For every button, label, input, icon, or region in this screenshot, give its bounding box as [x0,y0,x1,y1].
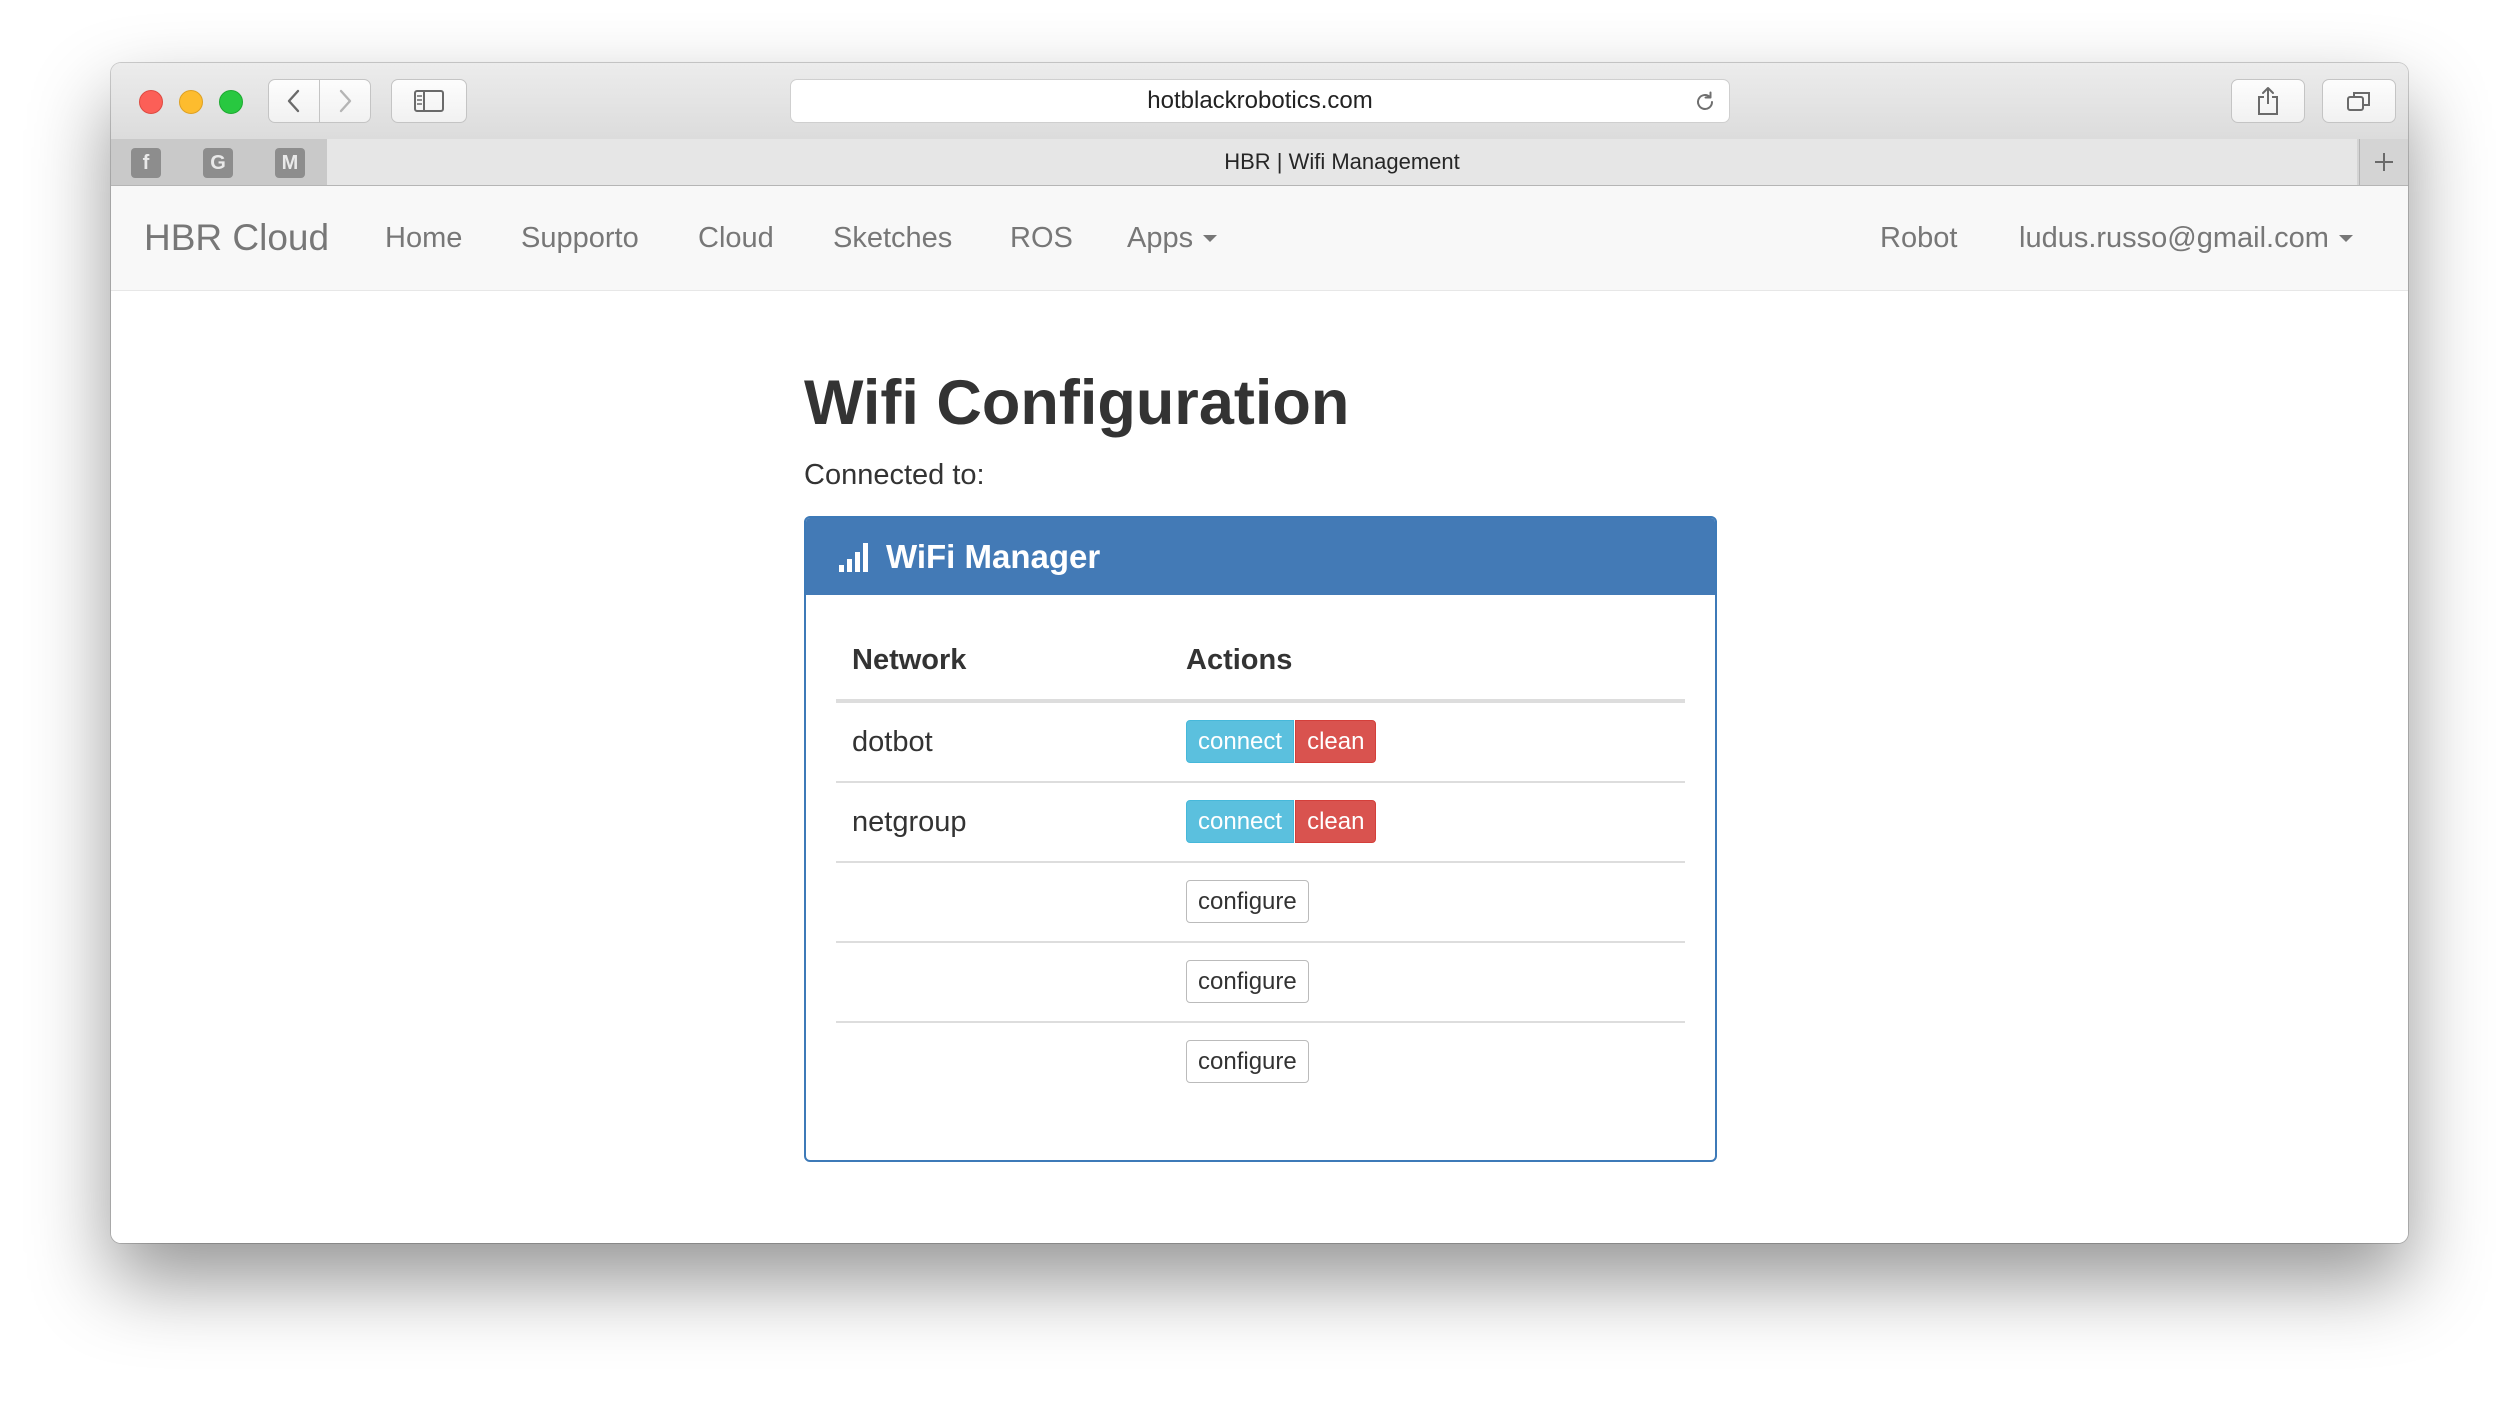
nav-apps-dropdown[interactable]: Apps [1127,186,1218,290]
configure-button[interactable]: configure [1186,960,1309,1003]
row-actions: connect clean [1186,800,1377,843]
forward-button[interactable] [319,79,371,123]
nav-cloud[interactable]: Cloud [698,186,774,290]
connect-button[interactable]: connect [1186,720,1295,763]
plus-icon [2375,153,2393,171]
brand-link[interactable]: HBR Cloud [144,186,329,290]
show-tabs-button[interactable] [2322,79,2396,123]
page-title: Wifi Configuration [804,368,1350,438]
gmail-favorite-icon[interactable]: M [275,148,305,178]
table-row: configure [836,1023,1685,1101]
nav-user-dropdown[interactable]: ludus.russo@gmail.com [2019,186,2353,290]
reload-icon[interactable] [1693,90,1717,114]
share-icon [2258,87,2278,115]
nav-home[interactable]: Home [385,186,462,290]
networks-table: Network Actions dotbot connect clean net… [836,595,1685,1101]
back-button[interactable] [268,79,320,123]
facebook-favorite-icon[interactable]: f [131,148,161,178]
caret-down-icon [2338,234,2353,242]
nav-apps-label: Apps [1127,222,1194,254]
close-window-button[interactable] [139,90,163,114]
new-tab-button[interactable] [2359,139,2408,185]
sidebar-icon [414,90,444,112]
table-row: dotbot connect clean [836,703,1685,783]
chevron-left-icon [287,89,300,113]
row-actions: configure [1186,1040,1309,1083]
page-content: Wifi Configuration Connected to: WiFi Ma… [111,291,2408,1243]
row-actions: connect clean [1186,720,1377,763]
chevron-right-icon [339,89,352,113]
table-row: netgroup connect clean [836,783,1685,863]
sidebar-toggle-button[interactable] [391,79,467,123]
minimize-window-button[interactable] [179,90,203,114]
panel-heading: WiFi Manager [806,518,1715,595]
zoom-window-button[interactable] [219,90,243,114]
url-text: hotblackrobotics.com [1147,87,1373,114]
site-navbar: HBR Cloud Home Supporto Cloud Sketches R… [111,186,2408,291]
favorites-bar: f G M [111,139,328,185]
configure-button[interactable]: configure [1186,1040,1309,1083]
address-bar[interactable]: hotblackrobotics.com [790,79,1730,123]
tab-bar: f G M HBR | Wifi Management [111,139,2408,186]
browser-window: hotblackrobotics.com f G M HBR | Wifi Ma… [111,63,2408,1243]
clean-button[interactable]: clean [1295,720,1377,763]
configure-button[interactable]: configure [1186,880,1309,923]
table-row: configure [836,863,1685,943]
signal-strength-icon [839,542,868,572]
browser-toolbar: hotblackrobotics.com [111,63,2408,140]
panel-title: WiFi Manager [886,537,1101,575]
wifi-manager-panel: WiFi Manager Network Actions dotbot conn… [804,516,1717,1162]
tabs-overview-icon [2347,92,2370,111]
row-actions: configure [1186,960,1309,1003]
table-row: configure [836,943,1685,1023]
nav-robot[interactable]: Robot [1880,186,1957,290]
user-email: ludus.russo@gmail.com [2019,222,2329,254]
table-header: Network Actions [836,595,1685,703]
connected-label: Connected to: [804,459,985,491]
active-tab[interactable]: HBR | Wifi Management [327,139,2357,185]
nav-supporto[interactable]: Supporto [521,186,639,290]
nav-ros[interactable]: ROS [1010,186,1073,290]
connect-button[interactable]: connect [1186,800,1295,843]
desktop: hotblackrobotics.com f G M HBR | Wifi Ma… [0,0,2518,1402]
row-actions: configure [1186,880,1309,923]
network-name: netgroup [852,806,967,838]
clean-button[interactable]: clean [1295,800,1377,843]
google-favorite-icon[interactable]: G [203,148,233,178]
share-button[interactable] [2231,79,2305,123]
network-name: dotbot [852,726,933,758]
nav-sketches[interactable]: Sketches [833,186,952,290]
caret-down-icon [1203,234,1218,242]
